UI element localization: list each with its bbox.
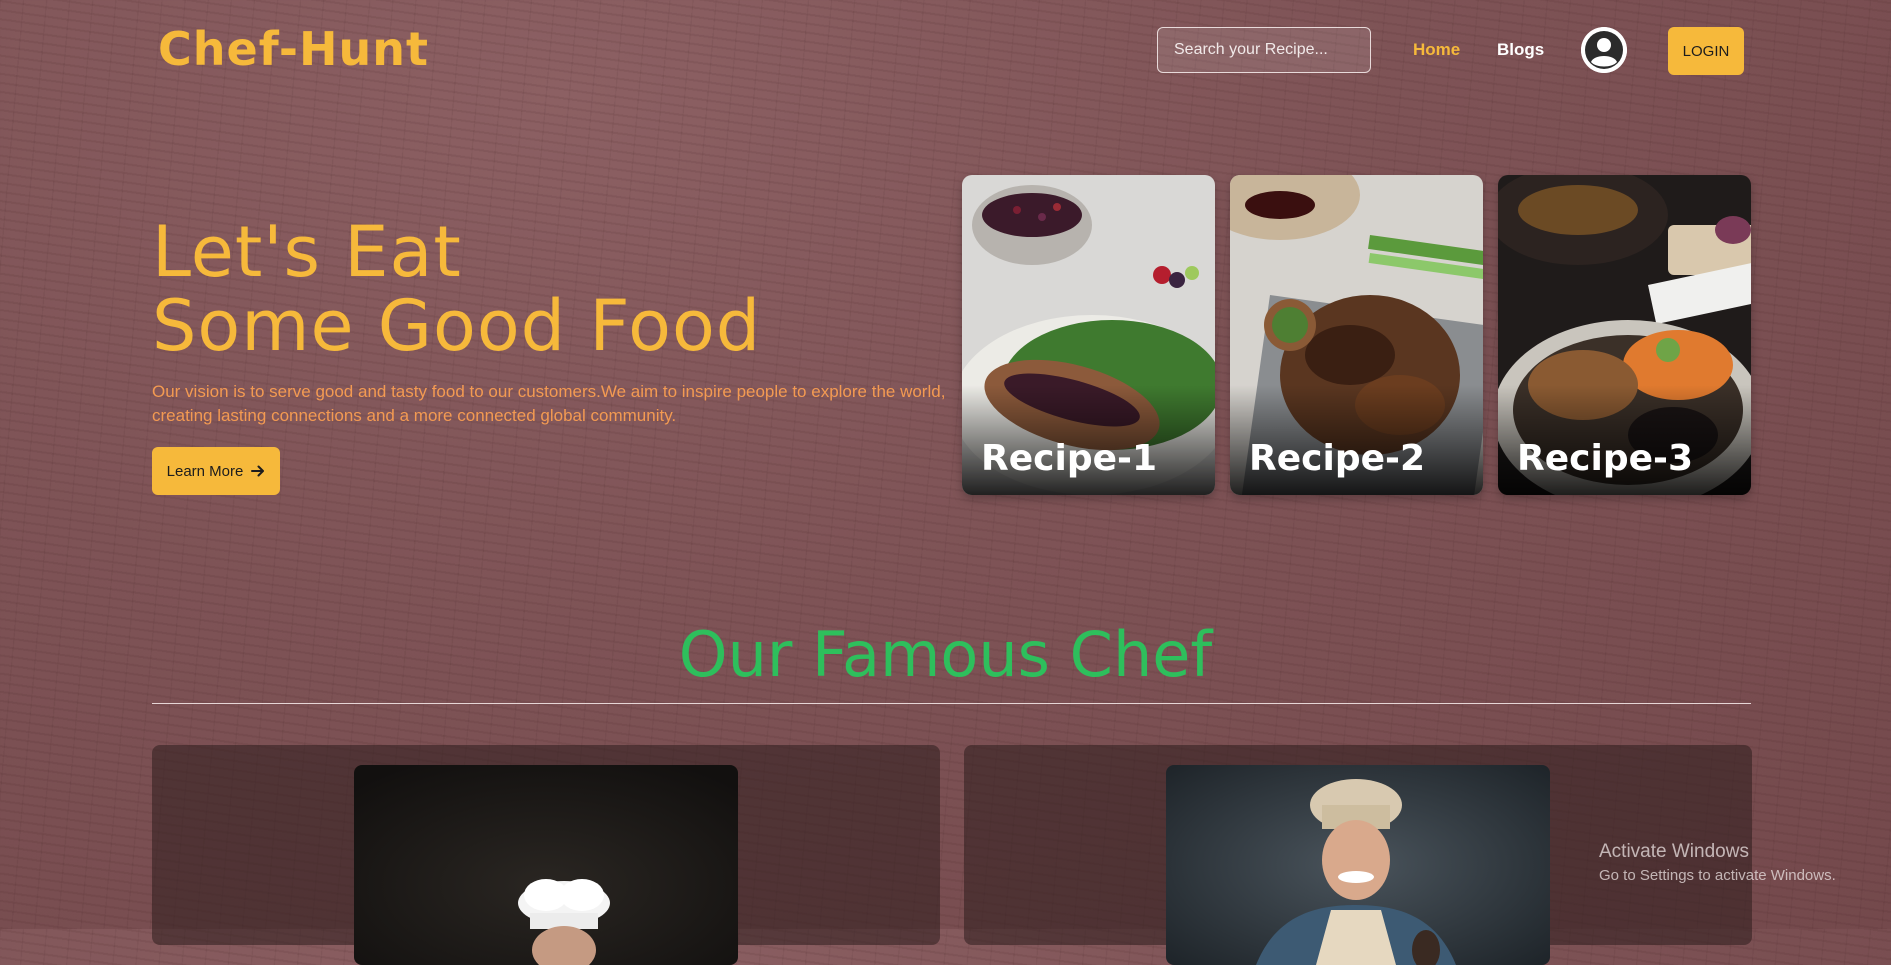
search-input[interactable] bbox=[1157, 27, 1371, 73]
recipe-card-1[interactable]: Recipe-1 bbox=[962, 175, 1215, 495]
site-logo[interactable]: Chef-Hunt bbox=[158, 22, 429, 76]
chef-1-photo bbox=[354, 765, 738, 965]
famous-chef-title: Our Famous Chef bbox=[678, 618, 1213, 691]
activate-windows-title: Activate Windows bbox=[1599, 841, 1749, 862]
hero-title-line-2: Some Good Food bbox=[152, 285, 762, 367]
learn-more-label: Learn More bbox=[166, 462, 244, 480]
recipe-2-title: Recipe-2 bbox=[1249, 438, 1425, 479]
learn-more-button[interactable]: Learn More bbox=[152, 447, 280, 495]
arrow-right-icon bbox=[251, 465, 265, 477]
hero-title: Let's Eat Some Good Food bbox=[152, 215, 761, 363]
nav-blogs-link[interactable]: Blogs bbox=[1497, 40, 1544, 60]
user-avatar-icon[interactable] bbox=[1581, 27, 1627, 73]
section-divider bbox=[152, 703, 1751, 704]
recipe-card-3[interactable]: Recipe-3 bbox=[1498, 175, 1751, 495]
nav-home-link[interactable]: Home bbox=[1413, 40, 1460, 60]
hero-description: Our vision is to serve good and tasty fo… bbox=[152, 382, 946, 425]
recipe-1-title: Recipe-1 bbox=[981, 438, 1157, 479]
chef-card-1 bbox=[152, 745, 940, 965]
recipe-3-title: Recipe-3 bbox=[1517, 438, 1693, 479]
recipe-card-2[interactable]: Recipe-2 bbox=[1230, 175, 1483, 495]
chef-2-photo bbox=[1166, 765, 1550, 965]
login-button[interactable]: LOGIN bbox=[1668, 27, 1744, 75]
activate-windows-subtitle: Go to Settings to activate Windows. bbox=[1599, 867, 1836, 884]
hero-title-line-1: Let's Eat bbox=[152, 211, 462, 293]
